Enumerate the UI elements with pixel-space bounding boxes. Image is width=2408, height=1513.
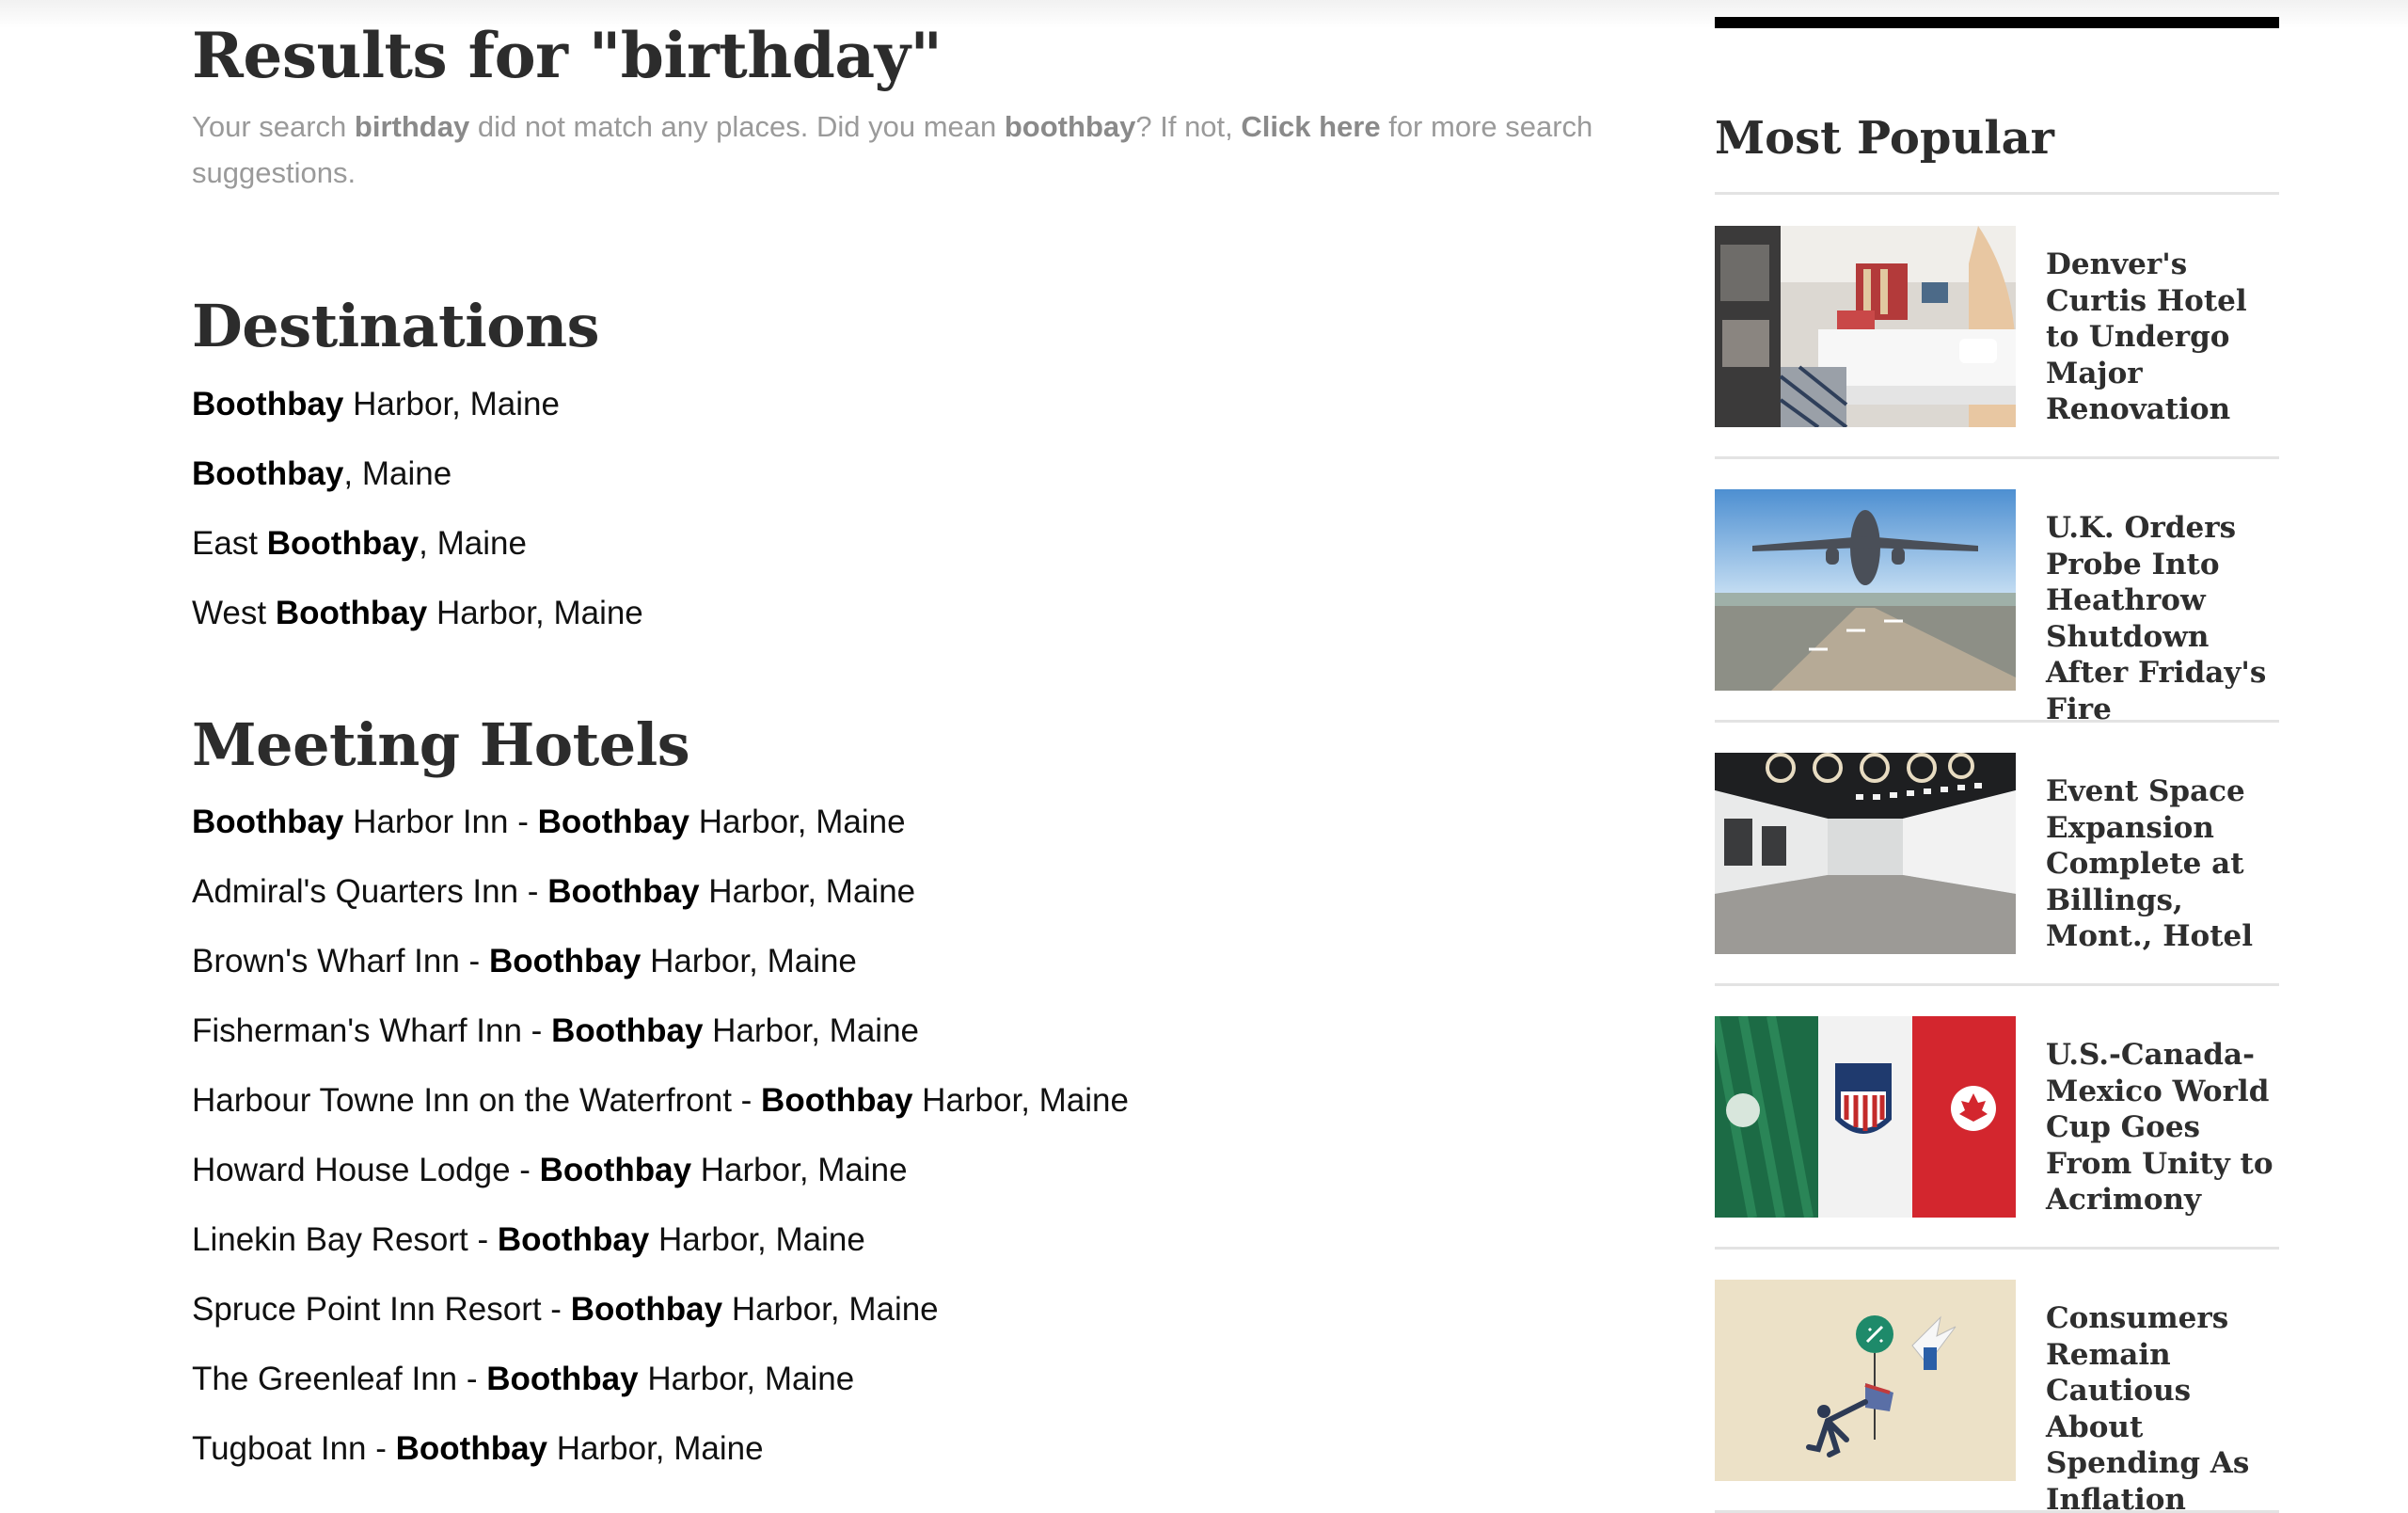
popular-article-4[interactable]: U.S.-Canada-Mexico World Cup Goes From U… (1715, 1016, 2279, 1218)
soccer-jerseys-image[interactable] (1715, 1016, 2016, 1218)
hotel-link[interactable]: Harbour Towne Inn on the Waterfront - Bo… (192, 1080, 1129, 1150)
destination-suffix: , Maine (419, 525, 527, 562)
click-here-link[interactable]: Click here (1241, 110, 1380, 143)
hotel-name: Brown's Wharf Inn - (192, 943, 489, 979)
airplane-takeoff-image[interactable] (1715, 489, 2016, 691)
hotel-name: Linekin Bay Resort - (192, 1221, 498, 1258)
hotel-link[interactable]: Linekin Bay Resort - Boothbay Harbor, Ma… (192, 1219, 1129, 1289)
hotel-location-match: Boothbay (547, 873, 700, 910)
hotel-name: Fisherman's Wharf Inn - (192, 1012, 552, 1049)
most-popular-heading: Most Popular (1715, 112, 2054, 165)
inflation-illustration-image[interactable] (1715, 1280, 2016, 1481)
hotel-location-match: Boothbay (395, 1430, 548, 1467)
destination-prefix: East (192, 525, 267, 562)
hotel-location: Harbor, Maine (722, 1291, 939, 1328)
search-query: birthday (354, 110, 470, 143)
popular-article-5[interactable]: Consumers Remain Cautious About Spending… (1715, 1280, 2279, 1513)
destination-suffix: Harbor, Maine (427, 595, 643, 631)
meeting-hotels-list: Boothbay Harbor Inn - Boothbay Harbor, M… (192, 802, 1129, 1498)
hotel-name: Howard House Lodge - (192, 1152, 540, 1188)
article-headline[interactable]: U.K. Orders Probe Into Heathrow Shutdown… (2046, 510, 2279, 727)
divider (1715, 192, 2279, 195)
hotel-location-match: Boothbay (761, 1082, 913, 1119)
destination-link[interactable]: Boothbay, Maine (192, 454, 643, 523)
destination-suffix: Harbor, Maine (343, 386, 560, 422)
article-headline[interactable]: Denver's Curtis Hotel to Undergo Major R… (2046, 247, 2279, 428)
divider (1715, 1247, 2279, 1250)
suggested-term-link[interactable]: boothbay (1005, 110, 1136, 143)
hotel-name: Admiral's Quarters Inn - (192, 873, 548, 910)
event-hall-image[interactable] (1715, 753, 2016, 954)
divider (1715, 983, 2279, 986)
hotel-link[interactable]: Brown's Wharf Inn - Boothbay Harbor, Mai… (192, 941, 1129, 1011)
popular-article-1[interactable]: Denver's Curtis Hotel to Undergo Major R… (1715, 226, 2279, 427)
msg-prefix: Your search (192, 110, 355, 143)
sidebar-top-bar (1715, 17, 2279, 28)
hotel-location-match: Boothbay (486, 1361, 639, 1397)
msg-after: ? If not, (1135, 110, 1242, 143)
hotel-link[interactable]: Boothbay Harbor Inn - Boothbay Harbor, M… (192, 802, 1129, 871)
hotel-link[interactable]: Spruce Point Inn Resort - Boothbay Harbo… (192, 1289, 1129, 1359)
hotel-room-image[interactable] (1715, 226, 2016, 427)
destinations-list: Boothbay Harbor, Maine Boothbay, Maine Eas… (192, 384, 643, 662)
article-headline[interactable]: U.S.-Canada-Mexico World Cup Goes From U… (2046, 1037, 2279, 1218)
hotel-location: Harbor, Maine (703, 1012, 920, 1049)
hotel-link[interactable]: Tugboat Inn - Boothbay Harbor, Maine (192, 1428, 1129, 1498)
destination-link[interactable]: Boothbay Harbor, Maine (192, 384, 643, 454)
divider (1715, 456, 2279, 459)
hotel-location-match: Boothbay (570, 1291, 723, 1328)
destination-match: Boothbay (192, 455, 344, 492)
msg-middle: did not match any places. Did you mean (469, 110, 1005, 143)
search-suggestion-message: Your search birthday did not match any p… (192, 104, 1659, 196)
page-title: Results for "birthday" (192, 19, 943, 92)
popular-article-3[interactable]: Event Space Expansion Complete at Billin… (1715, 753, 2279, 954)
destination-match: Boothbay (275, 595, 428, 631)
hotel-location-match: Boothbay (551, 1012, 704, 1049)
hotel-name: Harbor Inn - (343, 804, 538, 840)
hotel-location: Harbor, Maine (689, 804, 906, 840)
hotel-location: Harbor, Maine (649, 1221, 865, 1258)
hotel-name: Tugboat Inn - (192, 1430, 396, 1467)
hotel-link[interactable]: Fisherman's Wharf Inn - Boothbay Harbor,… (192, 1011, 1129, 1080)
hotel-location-match: Boothbay (537, 804, 689, 840)
divider (1715, 720, 2279, 723)
destination-match: Boothbay (192, 386, 344, 422)
hotel-link[interactable]: Howard House Lodge - Boothbay Harbor, Ma… (192, 1150, 1129, 1219)
hotel-name: Harbour Towne Inn on the Waterfront - (192, 1082, 762, 1119)
hotel-name: Spruce Point Inn Resort - (192, 1291, 571, 1328)
hotel-match: Boothbay (192, 804, 344, 840)
destination-suffix: , Maine (343, 455, 452, 492)
hotel-location: Harbor, Maine (912, 1082, 1129, 1119)
hotel-location: Harbor, Maine (641, 943, 857, 979)
hotel-location: Harbor, Maine (699, 873, 916, 910)
article-headline[interactable]: Consumers Remain Cautious About Spending… (2046, 1300, 2279, 1513)
hotel-location-match: Boothbay (497, 1221, 650, 1258)
destinations-heading: Destinations (192, 292, 600, 360)
hotel-location-match: Boothbay (539, 1152, 692, 1188)
hotel-location-match: Boothbay (488, 943, 642, 979)
hotel-link[interactable]: The Greenleaf Inn - Boothbay Harbor, Mai… (192, 1359, 1129, 1428)
hotel-name: The Greenleaf Inn - (192, 1361, 487, 1397)
hotel-link[interactable]: Admiral's Quarters Inn - Boothbay Harbor… (192, 871, 1129, 941)
meeting-hotels-heading: Meeting Hotels (192, 710, 690, 779)
destination-link[interactable]: East Boothbay, Maine (192, 523, 643, 593)
destination-match: Boothbay (266, 525, 420, 562)
hotel-location: Harbor, Maine (691, 1152, 908, 1188)
hotel-location: Harbor, Maine (547, 1430, 764, 1467)
article-headline[interactable]: Event Space Expansion Complete at Billin… (2046, 773, 2279, 955)
hotel-location: Harbor, Maine (638, 1361, 855, 1397)
popular-article-2[interactable]: U.K. Orders Probe Into Heathrow Shutdown… (1715, 489, 2279, 726)
destination-link[interactable]: West Boothbay Harbor, Maine (192, 593, 643, 662)
destination-prefix: West (192, 595, 276, 631)
